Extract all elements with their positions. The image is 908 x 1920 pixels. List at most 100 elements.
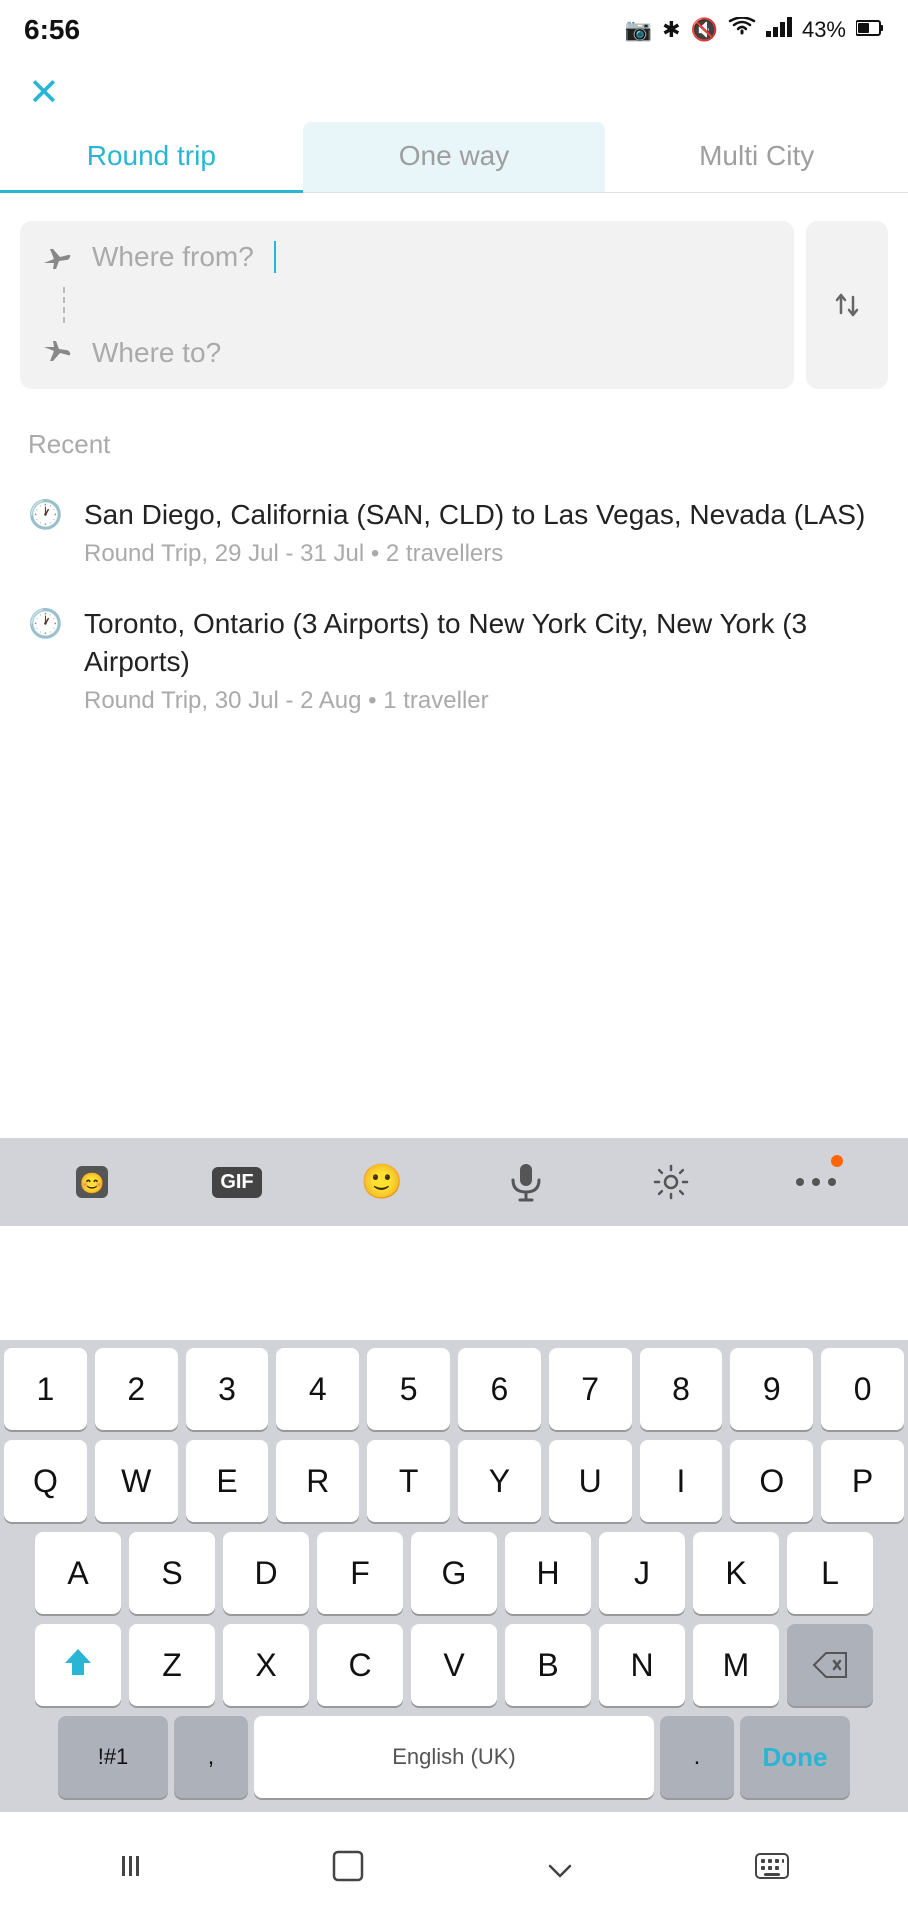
keyboard-qwerty-row: Q W E R T Y U I O P xyxy=(4,1440,904,1522)
recent-clock-icon-2: 🕐 xyxy=(28,607,64,640)
nav-recents-button[interactable] xyxy=(520,1836,600,1896)
key-g[interactable]: G xyxy=(411,1532,497,1614)
key-v[interactable]: V xyxy=(411,1624,497,1706)
symbols-key[interactable]: !#1 xyxy=(58,1716,168,1798)
where-from-placeholder: Where from? xyxy=(92,241,254,273)
backspace-key[interactable] xyxy=(787,1624,873,1706)
key-e[interactable]: E xyxy=(186,1440,269,1522)
recent-item-main-1: San Diego, California (SAN, CLD) to Las … xyxy=(84,496,865,534)
key-f[interactable]: F xyxy=(317,1532,403,1614)
camera-icon: 📷 xyxy=(625,17,652,43)
key-o[interactable]: O xyxy=(730,1440,813,1522)
recent-label: Recent xyxy=(0,389,908,478)
status-bar: 6:56 📷 ✱ 🔇 43% xyxy=(0,0,908,56)
key-c[interactable]: C xyxy=(317,1624,403,1706)
departure-icon xyxy=(38,241,74,273)
battery-icon xyxy=(856,17,884,43)
status-icons: 📷 ✱ 🔇 43% xyxy=(625,17,884,43)
key-u[interactable]: U xyxy=(549,1440,632,1522)
key-w[interactable]: W xyxy=(95,1440,178,1522)
recent-item[interactable]: 🕐 San Diego, California (SAN, CLD) to La… xyxy=(0,478,908,587)
where-from-field[interactable]: Where from? xyxy=(20,221,794,293)
key-i[interactable]: I xyxy=(640,1440,723,1522)
nav-home-button[interactable] xyxy=(308,1836,388,1896)
key-r[interactable]: R xyxy=(276,1440,359,1522)
gif-button[interactable]: GIF xyxy=(202,1147,272,1217)
key-7[interactable]: 7 xyxy=(549,1348,632,1430)
search-inputs: Where from? Where to? xyxy=(20,221,794,389)
battery-level: 43% xyxy=(802,17,846,43)
done-key[interactable]: Done xyxy=(740,1716,850,1798)
settings-button[interactable] xyxy=(636,1147,706,1217)
svg-text:😊: 😊 xyxy=(80,1172,105,1195)
swap-button[interactable] xyxy=(806,221,888,389)
where-to-placeholder: Where to? xyxy=(92,337,221,369)
recent-item-content-1: San Diego, California (SAN, CLD) to Las … xyxy=(84,496,865,569)
key-9[interactable]: 9 xyxy=(730,1348,813,1430)
mute-icon: 🔇 xyxy=(691,17,718,43)
recent-item-content-2: Toronto, Ontario (3 Airports) to New Yor… xyxy=(84,605,880,716)
key-m[interactable]: M xyxy=(693,1624,779,1706)
key-b[interactable]: B xyxy=(505,1624,591,1706)
close-button[interactable]: ✕ xyxy=(28,74,60,112)
key-h[interactable]: H xyxy=(505,1532,591,1614)
bluetooth-icon: ✱ xyxy=(662,17,680,43)
key-s[interactable]: S xyxy=(129,1532,215,1614)
key-a[interactable]: A xyxy=(35,1532,121,1614)
recent-item-2[interactable]: 🕐 Toronto, Ontario (3 Airports) to New Y… xyxy=(0,587,908,734)
key-j[interactable]: J xyxy=(599,1532,685,1614)
arrival-icon xyxy=(38,337,74,369)
key-y[interactable]: Y xyxy=(458,1440,541,1522)
microphone-button[interactable] xyxy=(491,1147,561,1217)
key-1[interactable]: 1 xyxy=(4,1348,87,1430)
nav-back-button[interactable] xyxy=(96,1836,176,1896)
key-n[interactable]: N xyxy=(599,1624,685,1706)
key-p[interactable]: P xyxy=(821,1440,904,1522)
space-key[interactable]: English (UK) xyxy=(254,1716,654,1798)
shift-icon xyxy=(61,1645,95,1686)
key-q[interactable]: Q xyxy=(4,1440,87,1522)
nav-keyboard-button[interactable] xyxy=(732,1836,812,1896)
recent-item-sub-2: Round Trip, 30 Jul - 2 Aug • 1 traveller xyxy=(84,685,880,716)
emoji-button[interactable]: 🙂 xyxy=(347,1147,417,1217)
key-z[interactable]: Z xyxy=(129,1624,215,1706)
more-button[interactable] xyxy=(781,1147,851,1217)
key-3[interactable]: 3 xyxy=(186,1348,269,1430)
close-row: ✕ xyxy=(0,56,908,122)
recent-item-main-2: Toronto, Ontario (3 Airports) to New Yor… xyxy=(84,605,880,681)
keyboard-toolbar: 😊 GIF 🙂 xyxy=(0,1138,908,1226)
key-d[interactable]: D xyxy=(223,1532,309,1614)
key-0[interactable]: 0 xyxy=(821,1348,904,1430)
signal-icon xyxy=(766,17,792,43)
recent-item-sub-1: Round Trip, 29 Jul - 31 Jul • 2 travelle… xyxy=(84,538,865,569)
tab-one-way[interactable]: One way xyxy=(303,122,606,192)
keyboard-bottom-row: !#1 , English (UK) . Done xyxy=(4,1716,904,1798)
key-4[interactable]: 4 xyxy=(276,1348,359,1430)
gif-label: GIF xyxy=(212,1167,261,1198)
search-container: Where from? Where to? xyxy=(20,221,888,389)
keyboard: 1 2 3 4 5 6 7 8 9 0 Q W E R T Y U I O P … xyxy=(0,1340,908,1812)
key-6[interactable]: 6 xyxy=(458,1348,541,1430)
key-l[interactable]: L xyxy=(787,1532,873,1614)
recent-clock-icon-1: 🕐 xyxy=(28,498,64,531)
keyboard-zxcv-row: Z X C V B N M xyxy=(4,1624,904,1706)
tab-multi-city[interactable]: Multi City xyxy=(605,122,908,192)
key-5[interactable]: 5 xyxy=(367,1348,450,1430)
key-8[interactable]: 8 xyxy=(640,1348,723,1430)
where-to-field[interactable]: Where to? xyxy=(20,317,794,389)
navigation-bar xyxy=(0,1812,908,1920)
status-time: 6:56 xyxy=(24,14,80,46)
keyboard-asdf-row: A S D F G H J K L xyxy=(4,1532,904,1614)
period-key[interactable]: . xyxy=(660,1716,734,1798)
sticker-button[interactable]: 😊 xyxy=(57,1147,127,1217)
key-t[interactable]: T xyxy=(367,1440,450,1522)
shift-key[interactable] xyxy=(35,1624,121,1706)
key-2[interactable]: 2 xyxy=(95,1348,178,1430)
tabs-row: Round trip One way Multi City xyxy=(0,122,908,193)
key-k[interactable]: K xyxy=(693,1532,779,1614)
key-x[interactable]: X xyxy=(223,1624,309,1706)
keyboard-number-row: 1 2 3 4 5 6 7 8 9 0 xyxy=(4,1348,904,1430)
text-cursor xyxy=(274,241,276,273)
comma-key[interactable]: , xyxy=(174,1716,248,1798)
tab-round-trip[interactable]: Round trip xyxy=(0,122,303,192)
